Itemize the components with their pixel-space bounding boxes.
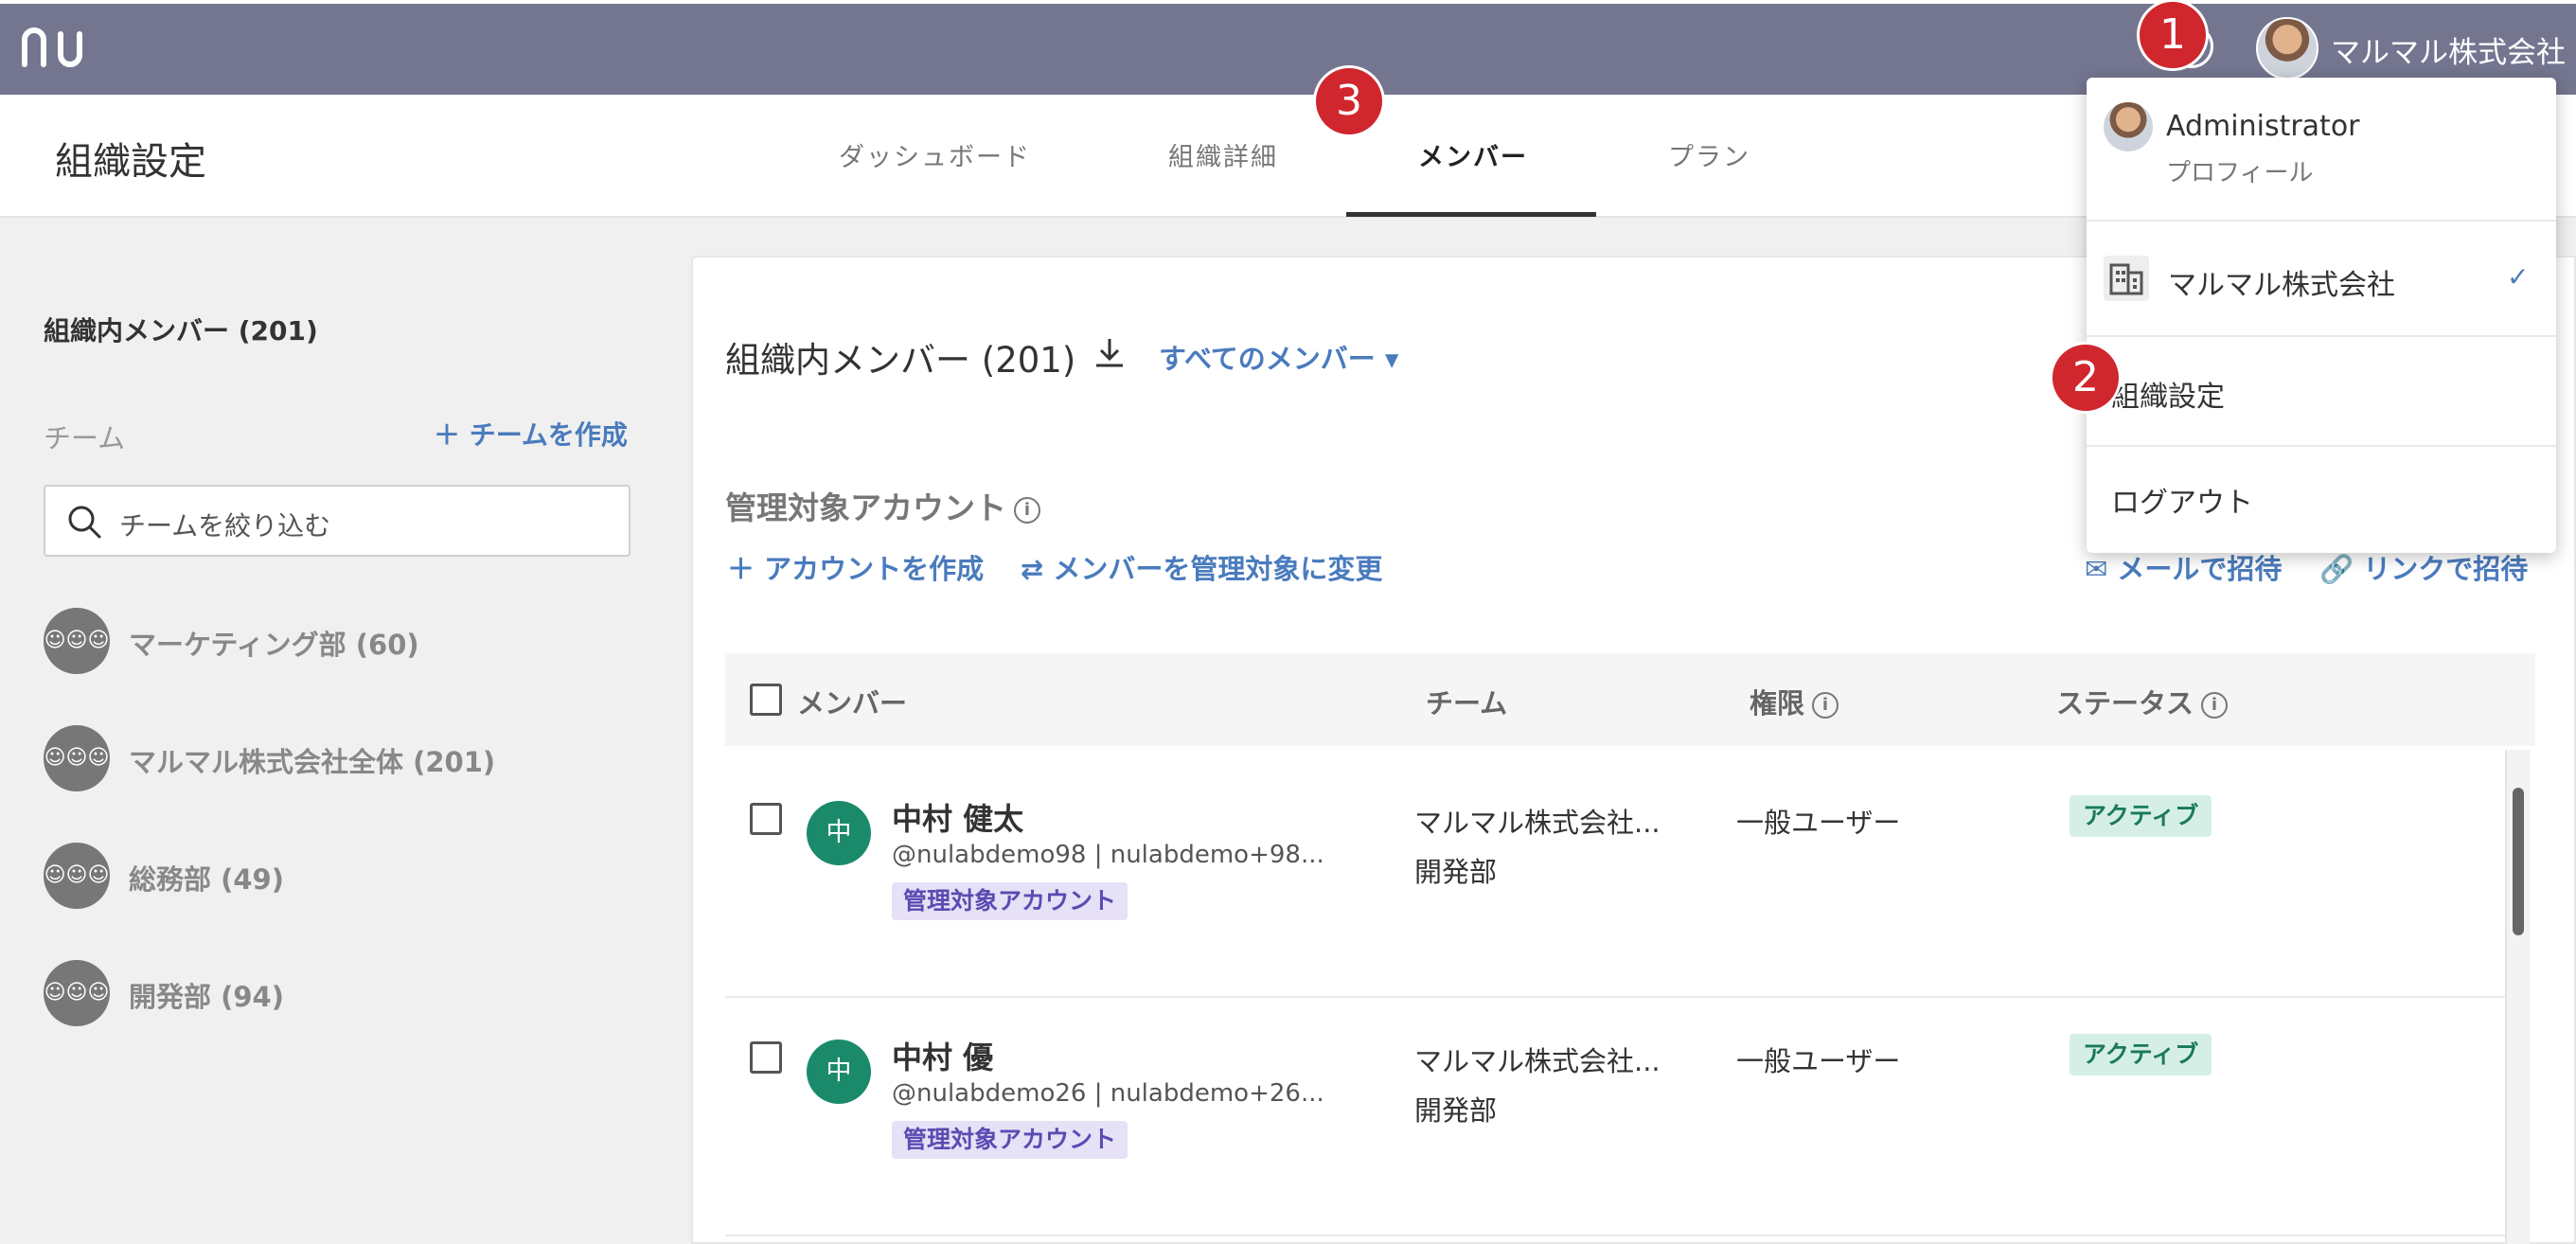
dropdown-logout[interactable]: ログアウト: [2111, 479, 2253, 521]
team-filter-input[interactable]: チームを絞り込む: [44, 485, 631, 557]
row-checkbox[interactable]: [750, 1041, 782, 1074]
invite-by-email-button[interactable]: ✉ メールで招待: [2085, 547, 2282, 587]
info-icon[interactable]: i: [1014, 496, 1040, 524]
sidebar-team-marketing[interactable]: ☺☺☺ マーケティング部 (60): [44, 608, 612, 674]
account-dropdown-menu: Administrator プロフィール マルマル株式会社 ✓ 組織設定 ログア…: [2087, 78, 2556, 553]
team-icon: ☺☺☺: [44, 608, 110, 674]
member-team: マルマル株式会社...: [1414, 807, 1661, 839]
team-name: 開発部 (94): [129, 981, 284, 1013]
status-badge: アクティブ: [2070, 1034, 2212, 1075]
table-header: メンバー チーム 権限 i ステータス i: [725, 653, 2535, 746]
profile-avatar: [2104, 102, 2153, 151]
member-name[interactable]: 中村 優: [892, 1034, 993, 1077]
download-icon[interactable]: [1093, 335, 1127, 369]
team-icon: ☺☺☺: [44, 843, 110, 909]
team-icon: ☺☺☺: [44, 725, 110, 791]
member-filter-dropdown[interactable]: すべてのメンバー ▾: [1159, 337, 1398, 377]
member-role: 一般ユーザー: [1736, 807, 1901, 839]
column-status-label: ステータス: [2056, 687, 2194, 720]
team-icon: ☺☺☺: [44, 960, 110, 1026]
sidebar-team-development[interactable]: ☺☺☺ 開発部 (94): [44, 960, 612, 1026]
sidebar-team-label: チーム: [44, 422, 126, 454]
info-icon[interactable]: i: [1812, 692, 1839, 719]
check-icon: ✓: [2507, 261, 2530, 293]
column-team: チーム: [1426, 687, 1508, 720]
step-marker-1: 1: [2140, 2, 2206, 68]
status-badge: アクティブ: [2070, 795, 2212, 837]
managed-badge: 管理対象アカウント: [892, 882, 1128, 920]
active-tab-indicator: [1346, 212, 1596, 217]
team-name: マルマル株式会社全体 (201): [129, 746, 496, 778]
dropdown-profile-link[interactable]: プロフィール: [2166, 153, 2313, 188]
managed-badge: 管理対象アカウント: [892, 1121, 1128, 1159]
tab-dashboard[interactable]: ダッシュボード: [839, 136, 1031, 173]
member-team: 開発部: [1414, 856, 1498, 888]
scrollbar-thumb[interactable]: [2513, 788, 2524, 935]
member-role: 一般ユーザー: [1736, 1045, 1901, 1077]
member-avatar: 中: [807, 801, 871, 865]
member-team: マルマル株式会社...: [1414, 1045, 1661, 1077]
create-account-button[interactable]: ＋ アカウントを作成: [727, 547, 984, 587]
dropdown-org-item[interactable]: マルマル株式会社: [2168, 261, 2395, 303]
member-name[interactable]: 中村 健太: [892, 795, 1023, 839]
column-member: メンバー: [797, 687, 908, 720]
divider: [2087, 220, 2556, 222]
tab-org-details[interactable]: 組織詳細: [1168, 136, 1278, 173]
dropdown-org-settings[interactable]: 組織設定: [2111, 373, 2225, 415]
invite-by-link-button[interactable]: 🔗 リンクで招待: [2319, 547, 2528, 587]
managed-accounts-heading: 管理対象アカウント i: [725, 483, 1040, 528]
member-handle: @nulabdemo98 | nulabdemo+98...: [892, 841, 1324, 869]
sidebar-team-general-affairs[interactable]: ☺☺☺ 総務部 (49): [44, 843, 612, 909]
column-status: ステータス i: [2056, 682, 2229, 721]
convert-to-managed-button[interactable]: ⇄ メンバーを管理対象に変更: [1021, 547, 1382, 587]
tab-plan[interactable]: プラン: [1668, 136, 1750, 173]
table-row[interactable]: 中 中村 優 @nulabdemo26 | nulabdemo+26... 管理…: [725, 998, 2505, 1236]
step-marker-3: 3: [1316, 68, 1382, 134]
divider: [2087, 335, 2556, 337]
user-avatar[interactable]: [2256, 17, 2318, 80]
search-placeholder: チームを絞り込む: [119, 510, 331, 542]
tab-members[interactable]: メンバー: [1418, 136, 1528, 173]
info-icon[interactable]: i: [2201, 692, 2229, 719]
table-scrollbar[interactable]: [2505, 750, 2530, 1244]
member-team: 開発部: [1414, 1094, 1498, 1127]
org-switcher[interactable]: マルマル株式会社: [2331, 28, 2566, 71]
team-name: マーケティング部 (60): [129, 629, 419, 661]
search-icon: [68, 506, 101, 539]
select-all-checkbox[interactable]: [750, 684, 782, 716]
dropdown-user-name[interactable]: Administrator: [2166, 110, 2360, 143]
page-title: 組織設定: [55, 140, 206, 184]
column-role-label: 権限: [1750, 687, 1805, 720]
divider: [2087, 445, 2556, 447]
column-role: 権限 i: [1750, 682, 1839, 721]
member-avatar: 中: [807, 1040, 871, 1104]
managed-accounts-label: 管理対象アカウント: [725, 489, 1006, 526]
table-row[interactable]: 中 中村 健太 @nulabdemo98 | nulabdemo+98... 管…: [725, 759, 2505, 998]
members-title: 組織内メンバー (201): [725, 340, 1076, 381]
sidebar-team-all[interactable]: ☺☺☺ マルマル株式会社全体 (201): [44, 725, 612, 791]
team-name: 総務部 (49): [129, 863, 284, 896]
nulab-logo[interactable]: [21, 27, 89, 68]
create-team-button[interactable]: ＋ チームを作成: [434, 415, 628, 453]
step-marker-2: 2: [2052, 345, 2119, 411]
building-icon: [2104, 256, 2149, 301]
sidebar-org-members[interactable]: 組織内メンバー (201): [44, 311, 318, 348]
member-handle: @nulabdemo26 | nulabdemo+26...: [892, 1079, 1324, 1108]
row-checkbox[interactable]: [750, 803, 782, 835]
